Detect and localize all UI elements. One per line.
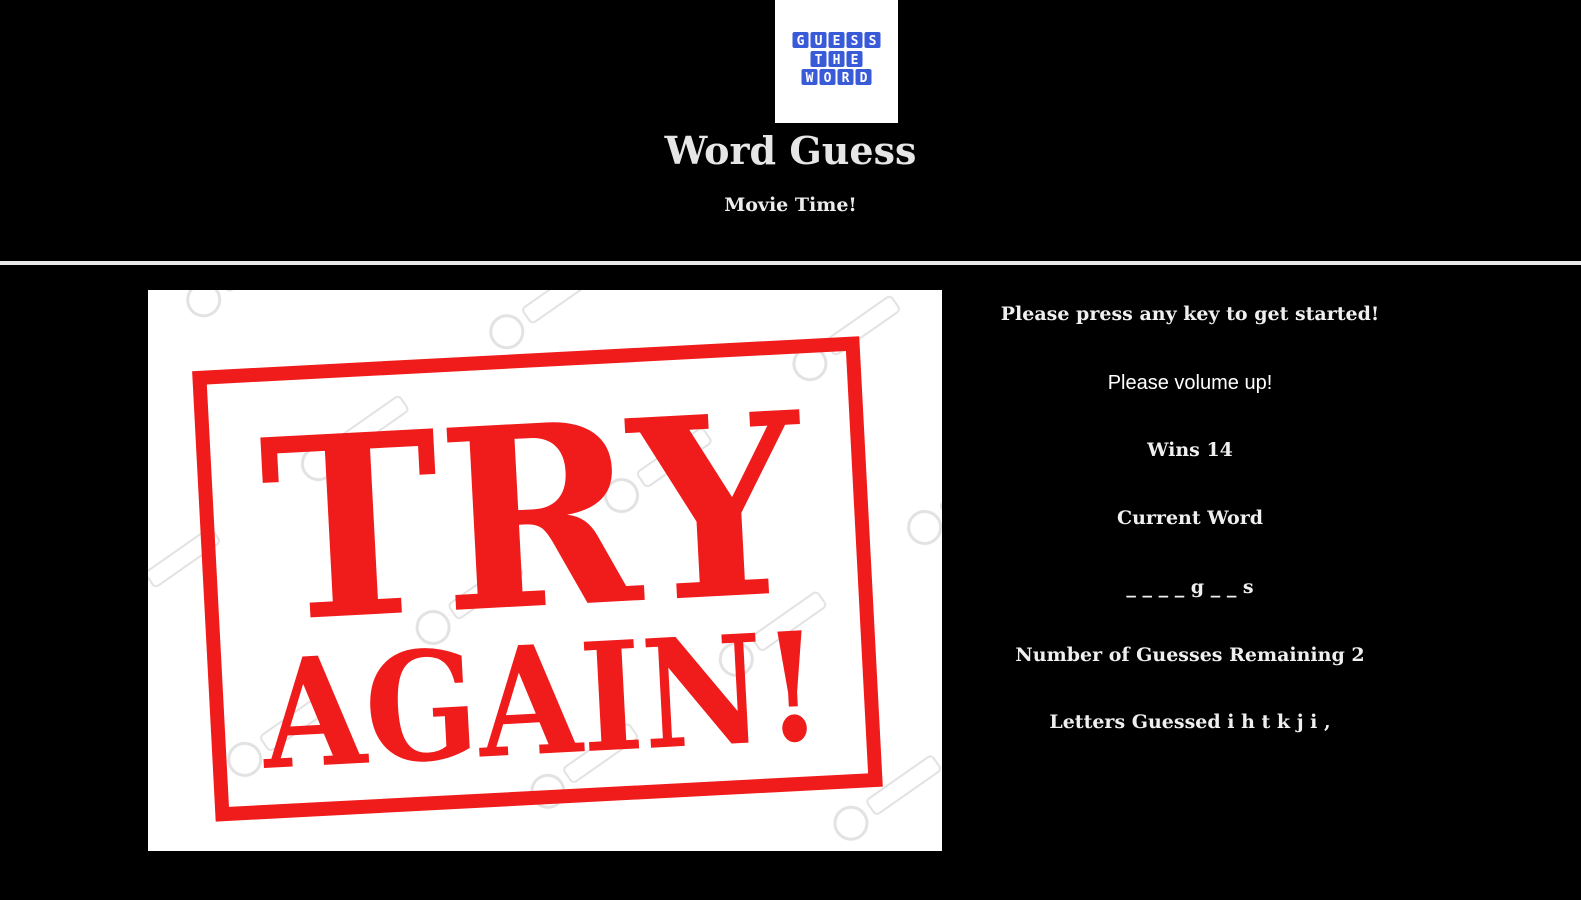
letters-guessed: Letters Guessed i h t k j i , bbox=[1049, 711, 1331, 733]
stamp-line-2: AGAIN! bbox=[256, 599, 826, 804]
logo-letter: O bbox=[824, 71, 832, 86]
logo-letter: R bbox=[842, 71, 850, 86]
try-again-image: TRY AGAIN! bbox=[148, 290, 942, 851]
volume-note: Please volume up! bbox=[1107, 372, 1273, 394]
logo-letter: T bbox=[815, 53, 823, 68]
logo-letter: W bbox=[806, 71, 814, 86]
page-subtitle: Movie Time! bbox=[724, 194, 857, 216]
logo-letter: E bbox=[833, 34, 841, 49]
logo-letter: H bbox=[833, 53, 841, 68]
logo-letter: E bbox=[851, 53, 859, 68]
wins-count: Wins 14 bbox=[1147, 439, 1233, 461]
logo-letter: S bbox=[851, 34, 859, 49]
header-divider bbox=[0, 261, 1581, 265]
guesses-remaining: Number of Guesses Remaining 2 bbox=[1015, 644, 1365, 666]
logo-letter: D bbox=[860, 71, 868, 86]
logo-letter: S bbox=[869, 34, 877, 49]
current-word-value: _ _ _ _ g _ _ s bbox=[1126, 576, 1254, 598]
guess-the-word-logo-icon: G U E S ST H EW O R D bbox=[792, 32, 881, 86]
start-prompt: Please press any key to get started! bbox=[1000, 303, 1380, 325]
logo-letter: G bbox=[797, 34, 805, 49]
current-word-label: Current Word bbox=[1116, 507, 1263, 529]
page-title: Word Guess bbox=[664, 128, 917, 173]
logo: GUESSTHEWORD bbox=[775, 0, 898, 123]
logo-letter: U bbox=[815, 34, 823, 49]
try-again-stamp-icon: TRY AGAIN! bbox=[148, 290, 942, 851]
